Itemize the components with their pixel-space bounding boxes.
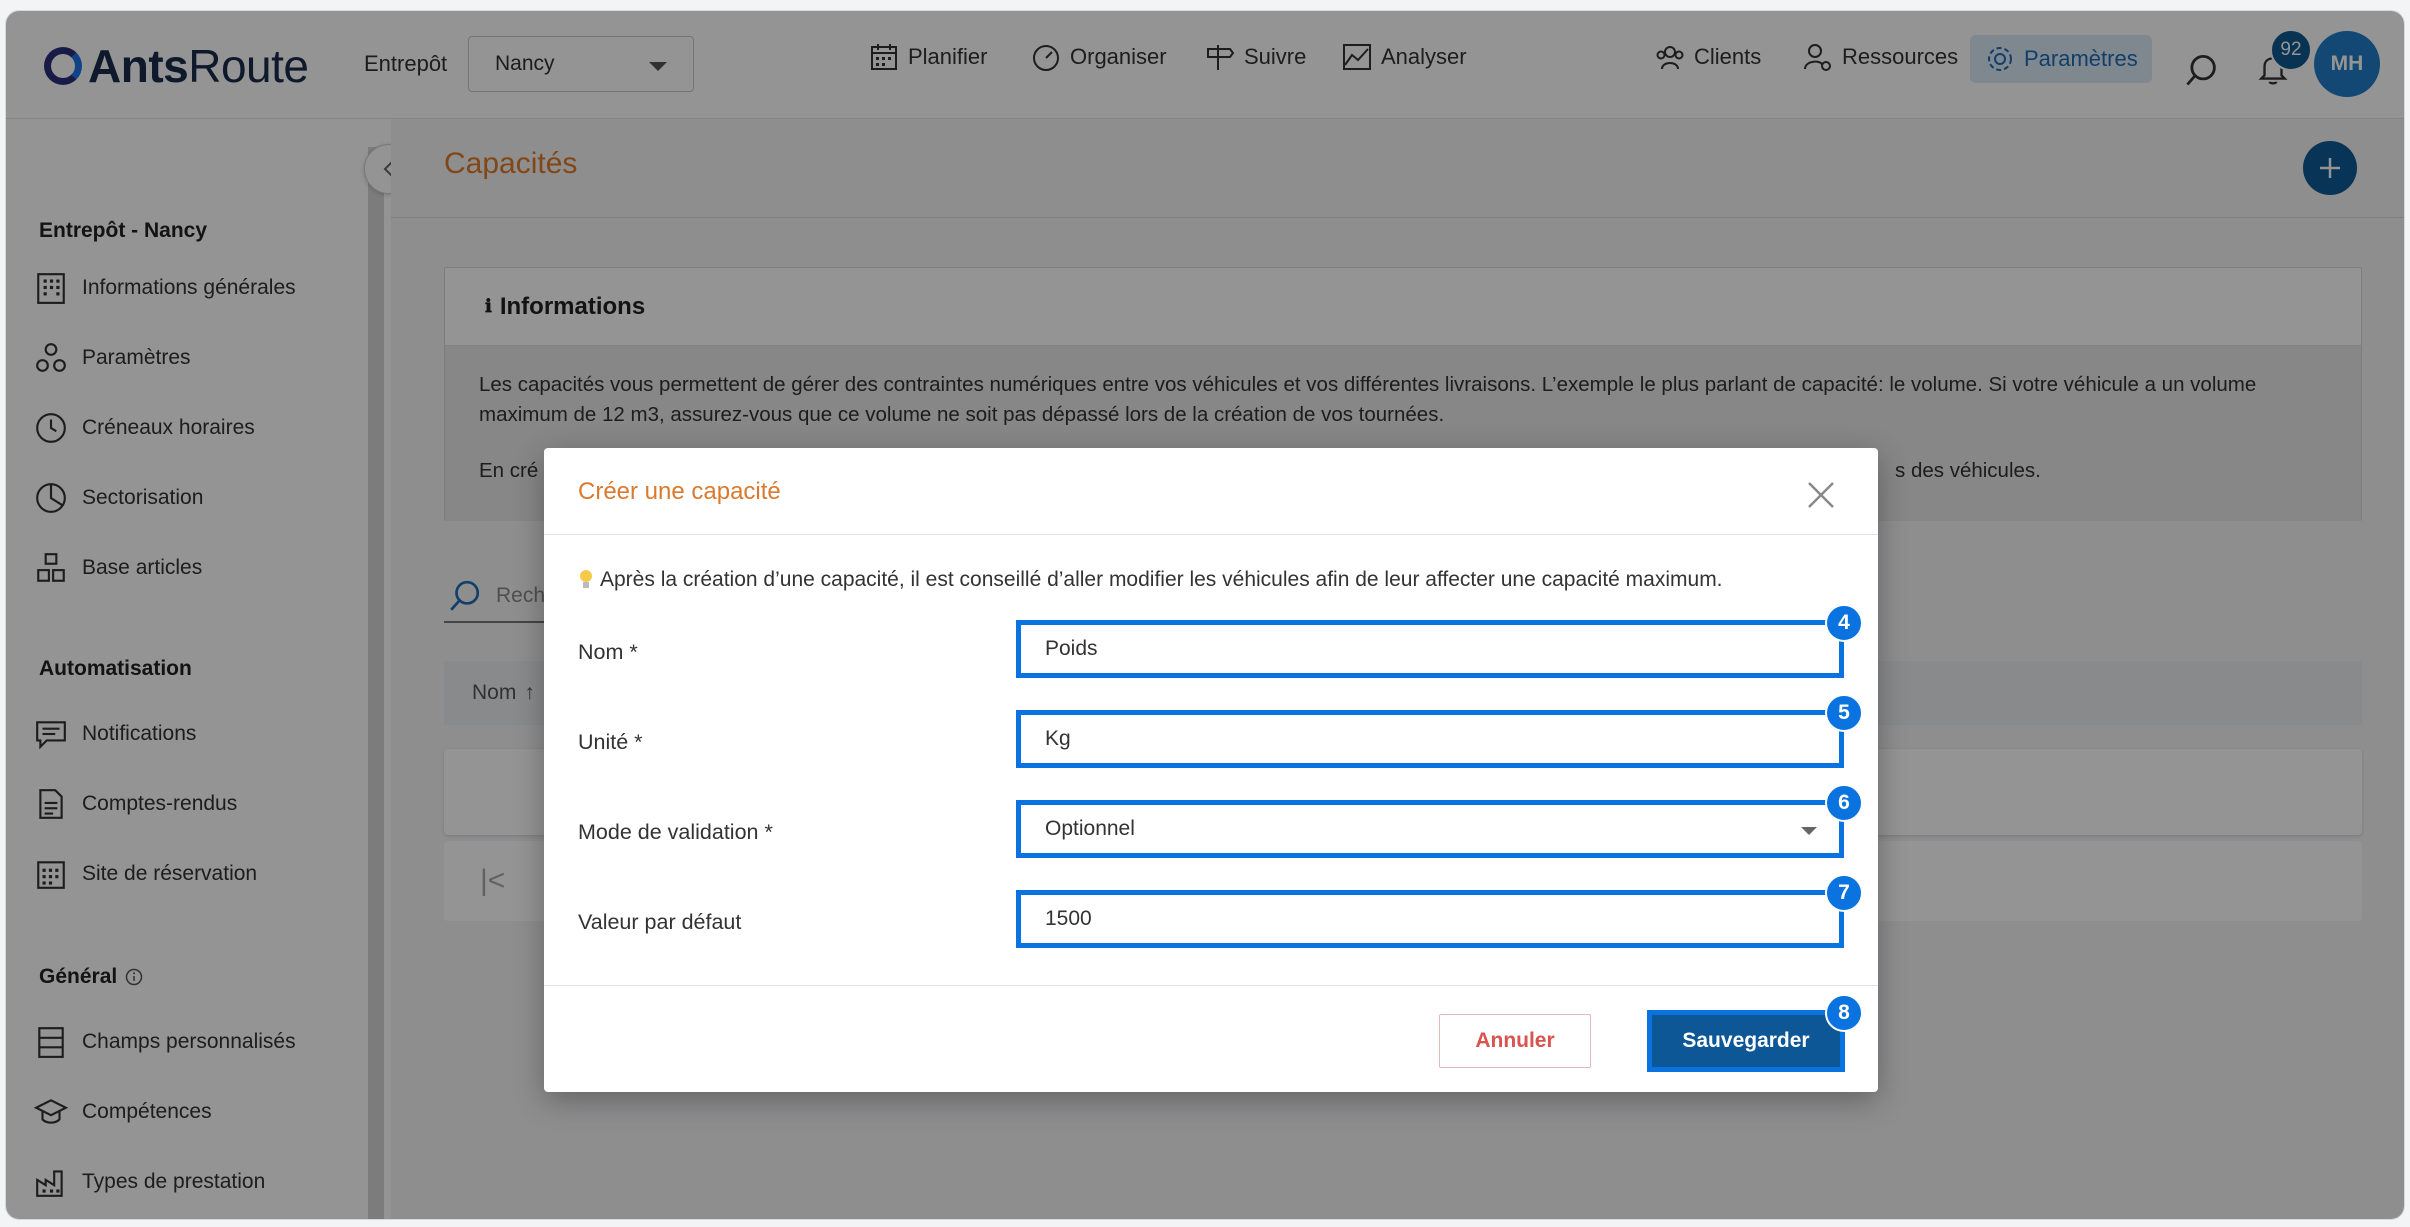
step-marker: 5 bbox=[1825, 694, 1863, 732]
divider bbox=[544, 534, 1878, 535]
field-label-valeur-defaut: Valeur par défaut bbox=[578, 910, 742, 934]
app-window: Ants Route Entrepôt Nancy Planifier Organ… bbox=[5, 10, 2405, 1220]
step-marker: 4 bbox=[1825, 604, 1863, 642]
step-marker: 6 bbox=[1825, 784, 1863, 822]
close-icon[interactable] bbox=[1804, 478, 1838, 512]
chevron-down-icon bbox=[1801, 827, 1817, 835]
tip-text: Après la création d’une capacité, il est… bbox=[600, 568, 1723, 591]
field-value: Poids bbox=[1045, 637, 1098, 660]
field-label-nom: Nom * bbox=[578, 640, 638, 664]
modal-tip: Après la création d’une capacité, il est… bbox=[578, 568, 1723, 592]
field-label-unite: Unité * bbox=[578, 730, 643, 754]
step-marker: 8 bbox=[1825, 994, 1863, 1032]
divider bbox=[544, 985, 1878, 986]
create-capacity-modal: Créer une capacité Après la création d’u… bbox=[544, 448, 1878, 1092]
cancel-button[interactable]: Annuler bbox=[1439, 1014, 1591, 1068]
field-value: Kg bbox=[1045, 727, 1071, 750]
name-field[interactable]: Poids bbox=[1016, 620, 1844, 678]
default-value-field[interactable]: 1500 bbox=[1016, 890, 1844, 948]
validation-mode-select[interactable]: Optionnel bbox=[1016, 800, 1844, 858]
step-marker: 7 bbox=[1825, 874, 1863, 912]
field-label-mode-validation: Mode de validation * bbox=[578, 820, 773, 844]
unit-field[interactable]: Kg bbox=[1016, 710, 1844, 768]
save-button[interactable]: Sauvegarder bbox=[1647, 1010, 1845, 1072]
field-value: 1500 bbox=[1045, 907, 1092, 930]
lightbulb-icon bbox=[580, 570, 592, 588]
modal-title: Créer une capacité bbox=[578, 478, 781, 505]
field-value: Optionnel bbox=[1045, 817, 1135, 840]
